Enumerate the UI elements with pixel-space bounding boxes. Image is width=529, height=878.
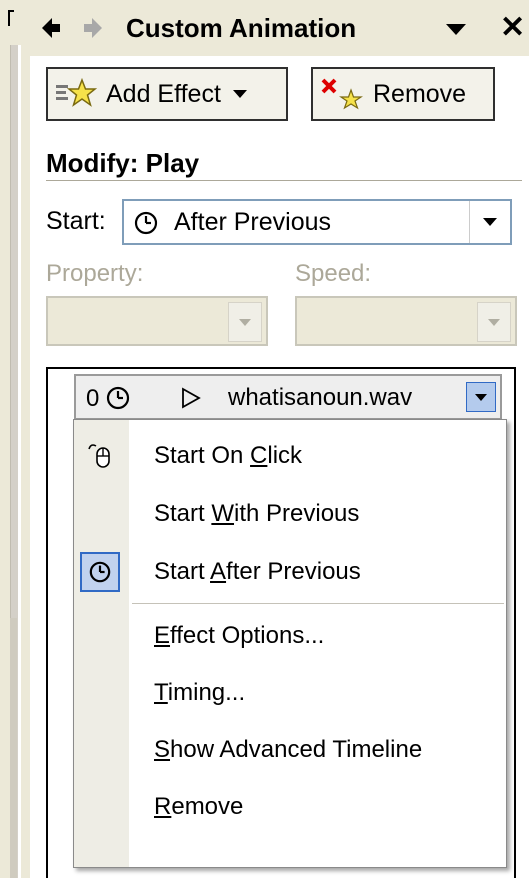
add-effect-button[interactable]: Add Effect: [46, 67, 288, 121]
menu-item-label: Start On Click: [154, 442, 303, 469]
forward-icon[interactable]: [82, 16, 102, 40]
effect-context-menu: Start On Click Start With Previous Start…: [73, 419, 507, 868]
start-dropdown[interactable]: After Previous: [122, 199, 512, 245]
clock-icon: [106, 386, 130, 410]
chevron-down-icon: [239, 319, 251, 326]
section-divider: [46, 180, 522, 182]
back-icon[interactable]: [42, 16, 62, 40]
property-dropdown-button: [228, 302, 262, 342]
remove-label: Remove: [373, 79, 467, 108]
menu-item-effect-options[interactable]: Effect Options...: [74, 608, 506, 664]
custom-animation-pane: Custom Animation ✕ Add Effect Remove Mod…: [30, 0, 529, 878]
edge-highlight: [18, 45, 21, 878]
menu-item-label: Start After Previous: [154, 558, 361, 585]
speed-dropdown: [295, 296, 517, 346]
menu-item-start-after-previous[interactable]: Start After Previous: [74, 544, 506, 600]
property-label: Property:: [46, 260, 144, 287]
chevron-down-icon: [475, 394, 487, 401]
play-icon: [182, 387, 201, 409]
add-effect-label: Add Effect: [106, 79, 221, 108]
menu-item-label: Start With Previous: [154, 500, 360, 527]
chevron-down-icon: [232, 90, 247, 98]
menu-item-timing[interactable]: Timing...: [74, 665, 506, 721]
start-label: Start:: [46, 207, 106, 235]
effect-order-number: 0: [86, 385, 100, 412]
menu-item-label: Remove: [154, 793, 244, 820]
speed-label: Speed:: [295, 260, 372, 287]
speed-dropdown-button: [477, 302, 511, 342]
left-window-edge: [0, 0, 30, 878]
modify-heading: Modify: Play: [46, 148, 200, 178]
pane-menu-dropdown-icon[interactable]: [444, 22, 468, 36]
mouse-icon: [80, 436, 120, 476]
effect-name: whatisanoun.wav: [228, 384, 413, 411]
menu-item-start-on-click[interactable]: Start On Click: [74, 428, 506, 484]
edge-splitter[interactable]: [10, 618, 17, 878]
menu-item-show-advanced-timeline[interactable]: Show Advanced Timeline: [74, 722, 506, 778]
effect-list-item[interactable]: 0 whatisanoun.wav: [74, 374, 502, 420]
task-pane-header: Custom Animation ✕: [30, 0, 529, 56]
add-effect-star-icon: [56, 77, 98, 107]
start-dropdown-button[interactable]: [469, 201, 510, 243]
menu-item-label: Effect Options...: [154, 622, 325, 649]
menu-item-label: Show Advanced Timeline: [154, 736, 423, 763]
menu-item-start-with-previous[interactable]: Start With Previous: [74, 486, 506, 542]
chevron-down-icon: [483, 218, 497, 226]
pane-title: Custom Animation: [126, 13, 357, 43]
start-value: After Previous: [174, 208, 332, 236]
menu-separator: [132, 603, 504, 604]
effect-dropdown-button[interactable]: [466, 382, 496, 412]
menu-item-remove[interactable]: Remove: [74, 779, 506, 835]
chevron-down-icon: [488, 319, 500, 326]
edge-corner: [8, 10, 14, 26]
clock-icon: [80, 552, 120, 592]
menu-item-label: Timing...: [154, 679, 246, 706]
clock-icon: [134, 211, 158, 235]
property-dropdown: [46, 296, 268, 346]
remove-effect-icon: [321, 78, 363, 110]
remove-button[interactable]: Remove: [311, 67, 495, 121]
close-icon[interactable]: ✕: [500, 10, 525, 46]
